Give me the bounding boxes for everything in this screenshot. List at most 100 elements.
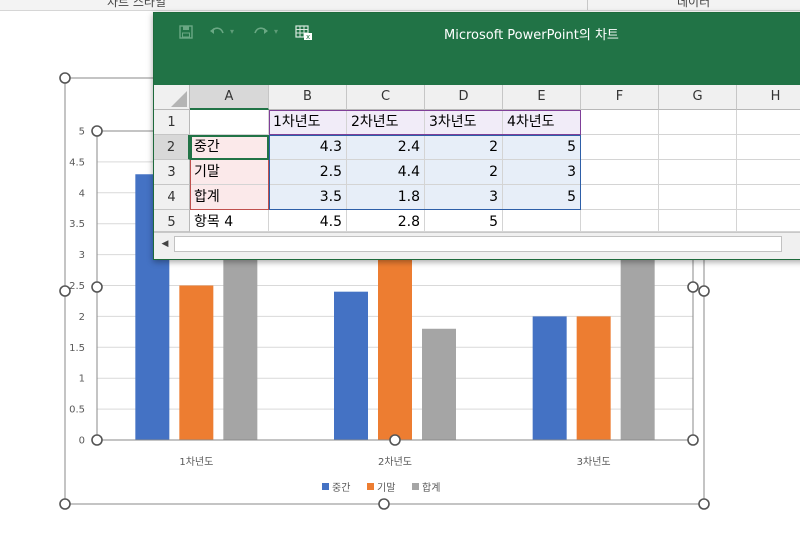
cell-d2[interactable]: 2	[425, 135, 503, 160]
edit-data-in-excel-icon[interactable]: x	[295, 25, 312, 41]
bar[interactable]	[620, 254, 655, 440]
cell-d3[interactable]: 2	[425, 160, 503, 185]
cell-f2[interactable]	[581, 135, 659, 160]
cell-e4[interactable]: 5	[503, 185, 581, 210]
column-header-f[interactable]: F	[581, 85, 659, 110]
legend-swatch	[367, 483, 374, 490]
save-icon[interactable]	[178, 25, 194, 41]
cell-h4[interactable]	[737, 185, 800, 210]
cell-b2[interactable]: 4.3	[269, 135, 347, 160]
x-tick-label: 2차년도	[378, 456, 412, 468]
cell-a1[interactable]	[190, 110, 269, 135]
resize-handle[interactable]	[91, 434, 103, 446]
cell-e5[interactable]	[503, 210, 581, 232]
cell-d4[interactable]: 3	[425, 185, 503, 210]
undo-dropdown-icon[interactable]: ▾	[230, 27, 234, 36]
cell-c5[interactable]: 2.8	[347, 210, 425, 232]
row-header-2[interactable]: 2	[154, 135, 190, 160]
resize-handle[interactable]	[687, 281, 699, 293]
cell-a3[interactable]: 기말	[190, 160, 269, 185]
svg-text:x: x	[306, 33, 310, 41]
bar[interactable]	[576, 316, 611, 440]
cell-h2[interactable]	[737, 135, 800, 160]
cell-c4[interactable]: 1.8	[347, 185, 425, 210]
y-tick-label: 2.5	[69, 281, 85, 292]
cell-c2[interactable]: 2.4	[347, 135, 425, 160]
redo-icon[interactable]	[253, 25, 269, 41]
redo-dropdown-icon[interactable]: ▾	[274, 27, 278, 36]
y-tick-label: 3	[79, 250, 85, 261]
column-header-g[interactable]: G	[659, 85, 737, 110]
cell-g3[interactable]	[659, 160, 737, 185]
bar[interactable]	[179, 285, 214, 441]
resize-handle[interactable]	[91, 125, 103, 137]
resize-handle[interactable]	[59, 498, 71, 510]
column-header-d[interactable]: D	[425, 85, 503, 110]
cell-e2[interactable]: 5	[503, 135, 581, 160]
cell-a5[interactable]: 항목 4	[190, 210, 269, 232]
cell-a4[interactable]: 합계	[190, 185, 269, 210]
cell-h1[interactable]	[737, 110, 800, 135]
column-header-b[interactable]: B	[269, 85, 347, 110]
legend[interactable]: 중간 기말 합계	[322, 482, 440, 494]
cell-f4[interactable]	[581, 185, 659, 210]
resize-handle[interactable]	[378, 498, 390, 510]
bar[interactable]	[422, 328, 456, 440]
resize-handle[interactable]	[59, 285, 71, 297]
x-tick-label: 1차년도	[179, 456, 213, 468]
resize-handle[interactable]	[389, 434, 401, 446]
legend-label: 기말	[377, 482, 395, 494]
select-all-corner[interactable]	[154, 85, 190, 110]
x-tick-label: 3차년도	[577, 456, 611, 468]
undo-icon[interactable]	[209, 25, 225, 41]
cell-b4[interactable]: 3.5	[269, 185, 347, 210]
cell-h3[interactable]	[737, 160, 800, 185]
cell-c3[interactable]: 4.4	[347, 160, 425, 185]
bar[interactable]	[532, 316, 567, 440]
resize-handle[interactable]	[91, 281, 103, 293]
cell-d5[interactable]: 5	[425, 210, 503, 232]
cell-d1[interactable]: 3차년도	[425, 110, 503, 135]
datasheet-titlebar: ▾ ▾ x Microsoft PowerPoint의 차트	[154, 13, 800, 85]
y-tick-label: 0.5	[69, 405, 85, 416]
column-header-c[interactable]: C	[347, 85, 425, 110]
cell-e3[interactable]: 3	[503, 160, 581, 185]
cell-f1[interactable]	[581, 110, 659, 135]
cell-h5[interactable]	[737, 210, 800, 232]
cell-b1[interactable]: 1차년도	[269, 110, 347, 135]
resize-handle[interactable]	[59, 72, 71, 84]
cell-g5[interactable]	[659, 210, 737, 232]
y-tick-label: 4.5	[69, 157, 85, 168]
cell-g1[interactable]	[659, 110, 737, 135]
scroll-left-icon[interactable]: ◀	[158, 236, 172, 252]
column-header-a[interactable]: A	[190, 85, 269, 110]
cell-b3[interactable]: 2.5	[269, 160, 347, 185]
legend-label: 합계	[422, 482, 440, 494]
cell-f3[interactable]	[581, 160, 659, 185]
y-tick-label: 1.5	[69, 343, 85, 354]
row-header-1[interactable]: 1	[154, 110, 190, 135]
resize-handle[interactable]	[698, 285, 710, 297]
resize-handle[interactable]	[687, 434, 699, 446]
cell-b5[interactable]: 4.5	[269, 210, 347, 232]
cell-c1[interactable]: 2차년도	[347, 110, 425, 135]
cell-f5[interactable]	[581, 210, 659, 232]
column-header-e[interactable]: E	[503, 85, 581, 110]
bar[interactable]	[334, 291, 368, 440]
y-tick-label: 0	[79, 436, 85, 447]
y-tick-label: 4	[79, 188, 85, 199]
cell-a2[interactable]: 중간	[190, 135, 269, 160]
cell-g4[interactable]	[659, 185, 737, 210]
chart-datasheet-window[interactable]: ▾ ▾ x Microsoft PowerPoint의 차트 A B C D E…	[153, 12, 800, 260]
scrollbar-track[interactable]	[174, 236, 782, 252]
y-tick-label: 2	[79, 312, 85, 323]
horizontal-scrollbar[interactable]: ◀	[154, 232, 800, 259]
cell-g2[interactable]	[659, 135, 737, 160]
resize-handle[interactable]	[698, 498, 710, 510]
row-header-4[interactable]: 4	[154, 185, 190, 210]
column-header-h[interactable]: H	[737, 85, 800, 110]
row-header-3[interactable]: 3	[154, 160, 190, 185]
row-header-5[interactable]: 5	[154, 210, 190, 232]
cell-e1[interactable]: 4차년도	[503, 110, 581, 135]
legend-swatch	[412, 483, 419, 490]
